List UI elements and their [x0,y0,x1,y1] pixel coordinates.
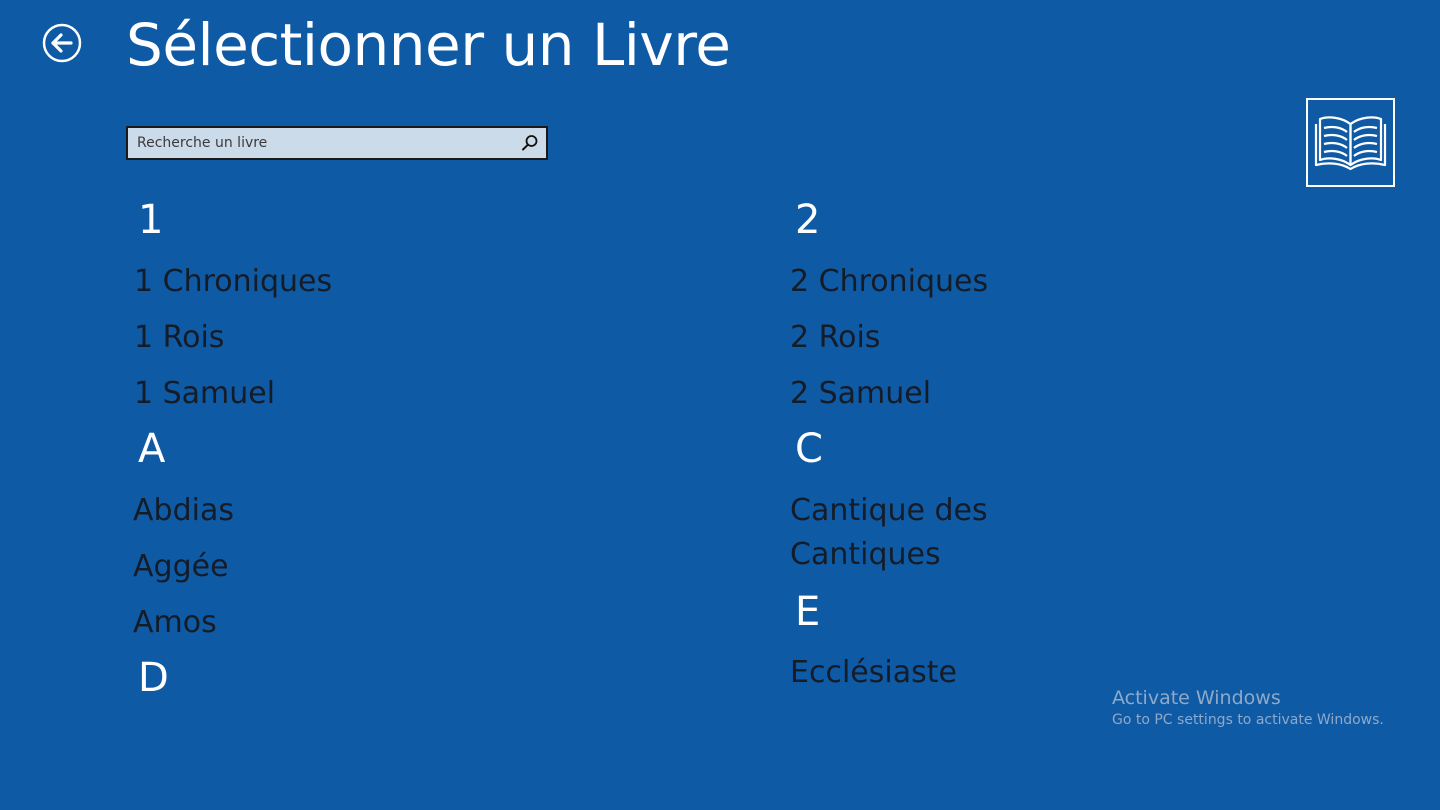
book-item-1-samuel[interactable]: 1 Samuel [134,372,275,416]
group-header-e[interactable]: E [795,588,820,636]
book-tile[interactable] [1306,98,1395,187]
watermark-title: Activate Windows [1112,687,1281,709]
book-item-2-rois[interactable]: 2 Rois [790,316,880,360]
search-icon [522,135,538,151]
book-item-1-chroniques[interactable]: 1 Chroniques [134,260,332,304]
group-header-1[interactable]: 1 [138,196,163,244]
book-item-cantique-des-cantiques[interactable]: Cantique des Cantiques [790,489,1010,577]
book-item-2-chroniques[interactable]: 2 Chroniques [790,260,988,304]
search-box [126,126,548,160]
book-item-abdias[interactable]: Abdias [133,489,234,533]
open-book-icon [1314,116,1387,171]
book-item-amos[interactable]: Amos [133,601,217,645]
book-item-2-samuel[interactable]: 2 Samuel [790,372,931,416]
book-item-1-rois[interactable]: 1 Rois [134,316,224,360]
book-item-aggee[interactable]: Aggée [133,545,229,589]
group-header-a[interactable]: A [138,425,165,473]
search-input[interactable] [128,128,508,158]
group-header-2[interactable]: 2 [795,196,820,244]
search-button[interactable] [520,133,540,153]
watermark-subtitle: Go to PC settings to activate Windows. [1112,712,1384,728]
group-header-d[interactable]: D [138,654,169,702]
page-title: Sélectionner un Livre [126,11,731,79]
group-header-c[interactable]: C [795,425,823,473]
activation-watermark: Activate Windows Go to PC settings to ac… [1112,686,1384,730]
book-item-ecclesiaste[interactable]: Ecclésiaste [790,651,957,695]
back-button[interactable] [42,23,82,63]
back-arrow-icon [42,23,82,63]
